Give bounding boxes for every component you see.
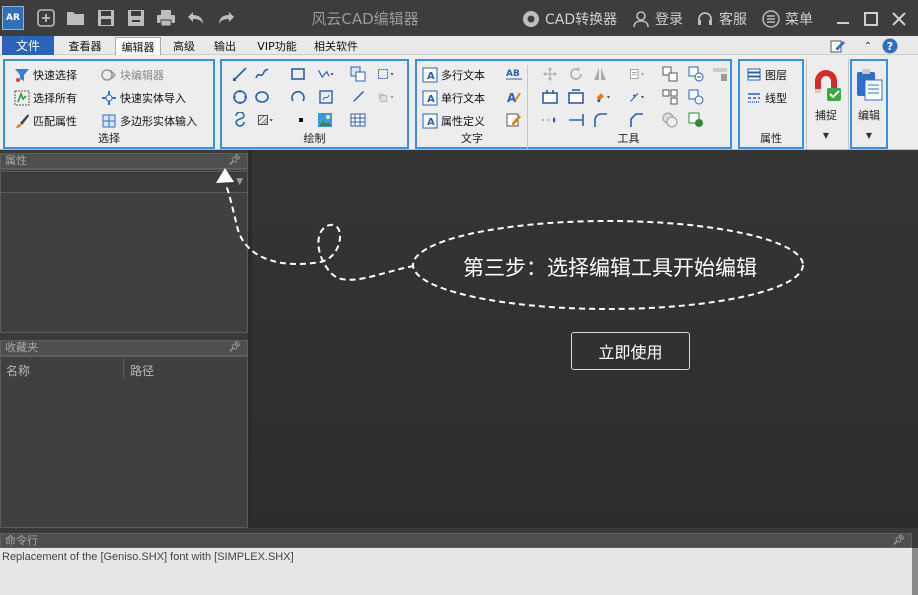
command-line-header: 命令行 📌︎ (0, 533, 912, 548)
tutorial-step-text: 第三步：选择编辑工具开始编辑 (463, 256, 757, 280)
use-now-button[interactable]: 立即使用 (571, 332, 690, 370)
command-line-log: Replacement of the [Geniso.SHX] font wit… (0, 548, 912, 595)
pin-icon[interactable]: 📌︎ (892, 534, 905, 547)
command-line-scrollbar[interactable] (912, 548, 918, 595)
tutorial-callout-arrow (216, 168, 804, 310)
